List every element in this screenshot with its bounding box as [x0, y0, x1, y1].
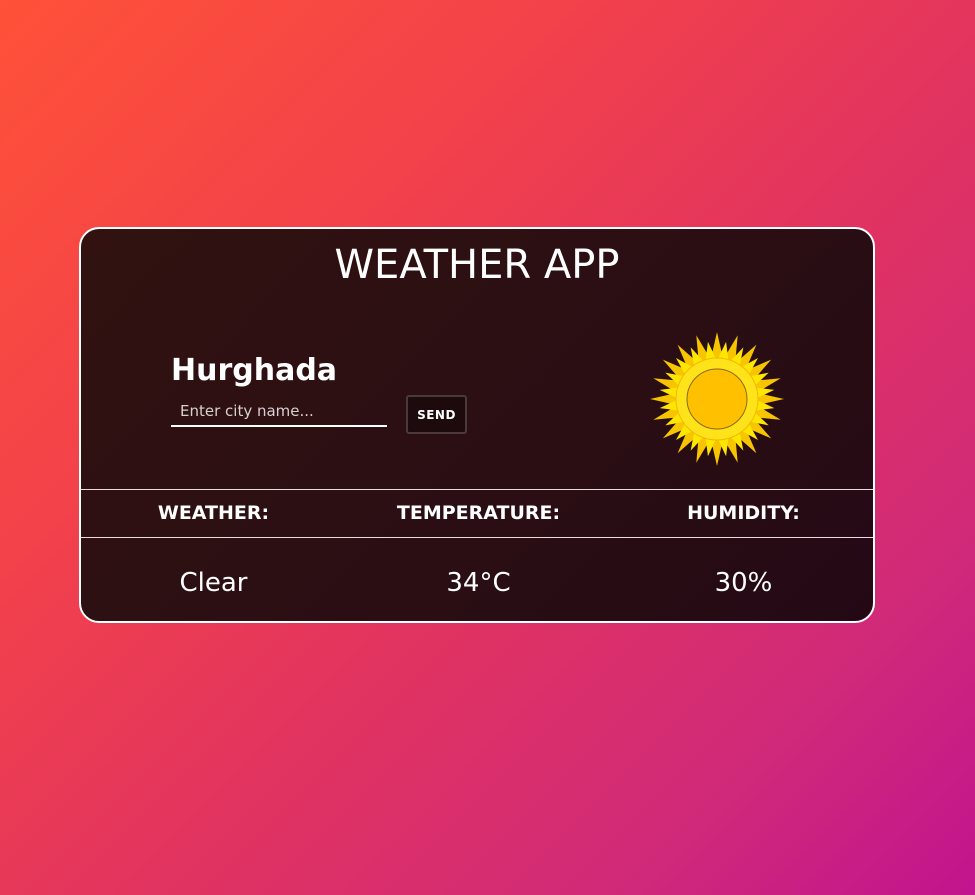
header-divider-bottom	[81, 537, 873, 538]
humidity-header: HUMIDITY:	[687, 502, 800, 524]
sun-icon	[650, 332, 784, 466]
weather-header: WEATHER:	[157, 502, 270, 524]
temperature-header: TEMPERATURE:	[396, 502, 561, 524]
page-title: WEATHER APP	[334, 242, 620, 288]
header-divider-top	[81, 489, 873, 490]
city-search-input[interactable]	[171, 397, 387, 427]
temperature-value: 34°C	[446, 568, 511, 598]
city-name: Hurghada	[171, 353, 338, 388]
weather-value: Clear	[179, 568, 248, 598]
humidity-value: 30%	[714, 568, 773, 598]
weather-card: WEATHER APP Hurghada SEND WEATHER: TEMPE…	[79, 227, 875, 623]
send-button[interactable]: SEND	[406, 395, 467, 434]
